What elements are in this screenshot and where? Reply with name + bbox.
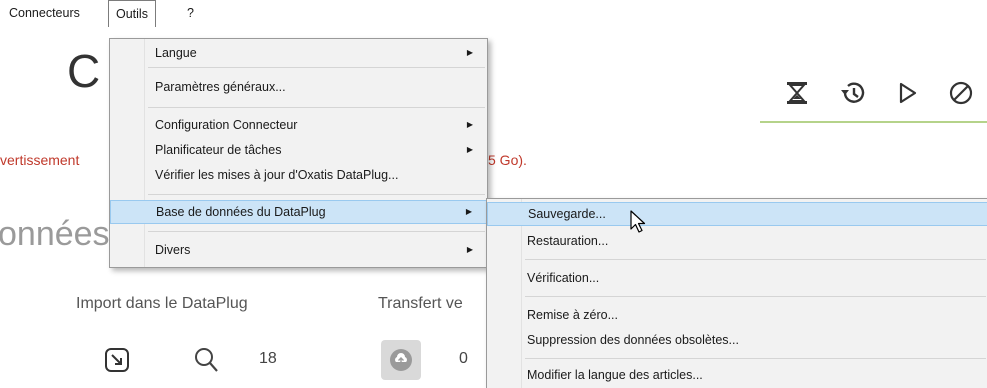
menu-item-label: Paramètres généraux...	[155, 80, 286, 94]
hourglass-icon[interactable]	[782, 78, 812, 108]
import-label: Import dans le DataPlug	[76, 295, 248, 312]
outils-menu: Langue ▶ Paramètres généraux... Configur…	[109, 38, 488, 268]
menu-item-base-de-donnees[interactable]: Base de données du DataPlug ▶	[110, 200, 487, 224]
menu-item-remise-a-zero[interactable]: Remise à zéro...	[487, 303, 987, 327]
submenu-arrow-icon: ▶	[466, 48, 473, 57]
menu-item-label: Sauvegarde...	[528, 207, 606, 221]
header-accent-line	[760, 121, 987, 123]
submenu-arrow-icon: ▶	[466, 120, 473, 129]
menu-item-planificateur[interactable]: Planificateur de tâches ▶	[110, 138, 487, 162]
base-donnees-submenu: Sauvegarde... Restauration... Vérificati…	[486, 198, 987, 388]
import-action-button[interactable]	[97, 340, 137, 380]
menu-item-label: Vérifier les mises à jour d'Oxatis DataP…	[155, 168, 399, 182]
menu-separator	[525, 296, 986, 297]
submenu-arrow-icon: ▶	[466, 145, 473, 154]
import-arrow-icon	[105, 348, 129, 372]
menu-item-verification[interactable]: Vérification...	[487, 266, 987, 290]
section-title: onnées	[0, 215, 110, 253]
menu-item-label: Remise à zéro...	[527, 308, 619, 322]
cloud-upload-icon	[390, 349, 412, 371]
menu-bar: Connecteurs Outils ?	[0, 0, 987, 27]
warning-text-left: vertissement	[0, 152, 80, 168]
search-icon	[195, 348, 218, 372]
warning-text-right: 5 Go).	[488, 152, 527, 168]
menu-separator	[148, 67, 485, 68]
upload-button[interactable]	[381, 340, 421, 380]
menu-connecteurs[interactable]: Connecteurs	[2, 0, 87, 27]
play-icon[interactable]	[892, 78, 922, 108]
submenu-arrow-icon: ▶	[465, 207, 472, 216]
menu-separator	[525, 259, 986, 260]
history-icon[interactable]	[838, 78, 868, 108]
menu-item-label: Base de données du DataPlug	[156, 205, 326, 219]
menu-separator	[148, 107, 485, 108]
hourglass-icon-graphic	[787, 82, 807, 104]
cancel-icon-graphic	[949, 81, 973, 105]
menu-item-modifier-langue[interactable]: Modifier la langue des articles...	[487, 363, 987, 387]
menu-separator	[525, 358, 986, 359]
transfert-label: Transfert ve	[378, 295, 463, 312]
menu-item-label: Planificateur de tâches	[155, 143, 282, 157]
import-count: 18	[259, 350, 277, 367]
menu-item-label: Vérification...	[527, 271, 600, 285]
menu-help[interactable]: ?	[180, 0, 201, 27]
menu-item-suppression[interactable]: Suppression des données obsolètes...	[487, 328, 987, 352]
menu-item-label: Langue	[155, 46, 197, 60]
menu-separator	[148, 231, 485, 232]
menu-item-label: Configuration Connecteur	[155, 118, 298, 132]
menu-item-restauration[interactable]: Restauration...	[487, 229, 987, 253]
menu-item-langue[interactable]: Langue ▶	[110, 41, 487, 65]
menu-item-parametres[interactable]: Paramètres généraux...	[110, 75, 487, 99]
history-icon-graphic	[841, 82, 865, 103]
menu-item-label: Modifier la langue des articles...	[527, 368, 703, 382]
mouse-cursor-icon	[630, 210, 646, 233]
menu-item-sauvegarde[interactable]: Sauvegarde...	[487, 202, 987, 226]
search-button[interactable]	[186, 340, 226, 380]
cancel-icon[interactable]	[946, 78, 976, 108]
menu-separator	[148, 194, 485, 195]
submenu-arrow-icon: ▶	[466, 245, 473, 254]
app-logo-letter: C	[67, 45, 101, 97]
menu-item-label: Suppression des données obsolètes...	[527, 333, 739, 347]
menu-outils[interactable]: Outils	[108, 0, 156, 27]
transfert-count: 0	[459, 350, 468, 367]
menu-gutter	[521, 199, 522, 388]
menu-item-verifier-maj[interactable]: Vérifier les mises à jour d'Oxatis DataP…	[110, 163, 487, 187]
menu-item-divers[interactable]: Divers ▶	[110, 238, 487, 262]
play-icon-graphic	[899, 82, 917, 104]
menu-item-label: Divers	[155, 243, 191, 257]
menu-item-label: Restauration...	[527, 234, 609, 248]
menu-item-configuration[interactable]: Configuration Connecteur ▶	[110, 113, 487, 137]
